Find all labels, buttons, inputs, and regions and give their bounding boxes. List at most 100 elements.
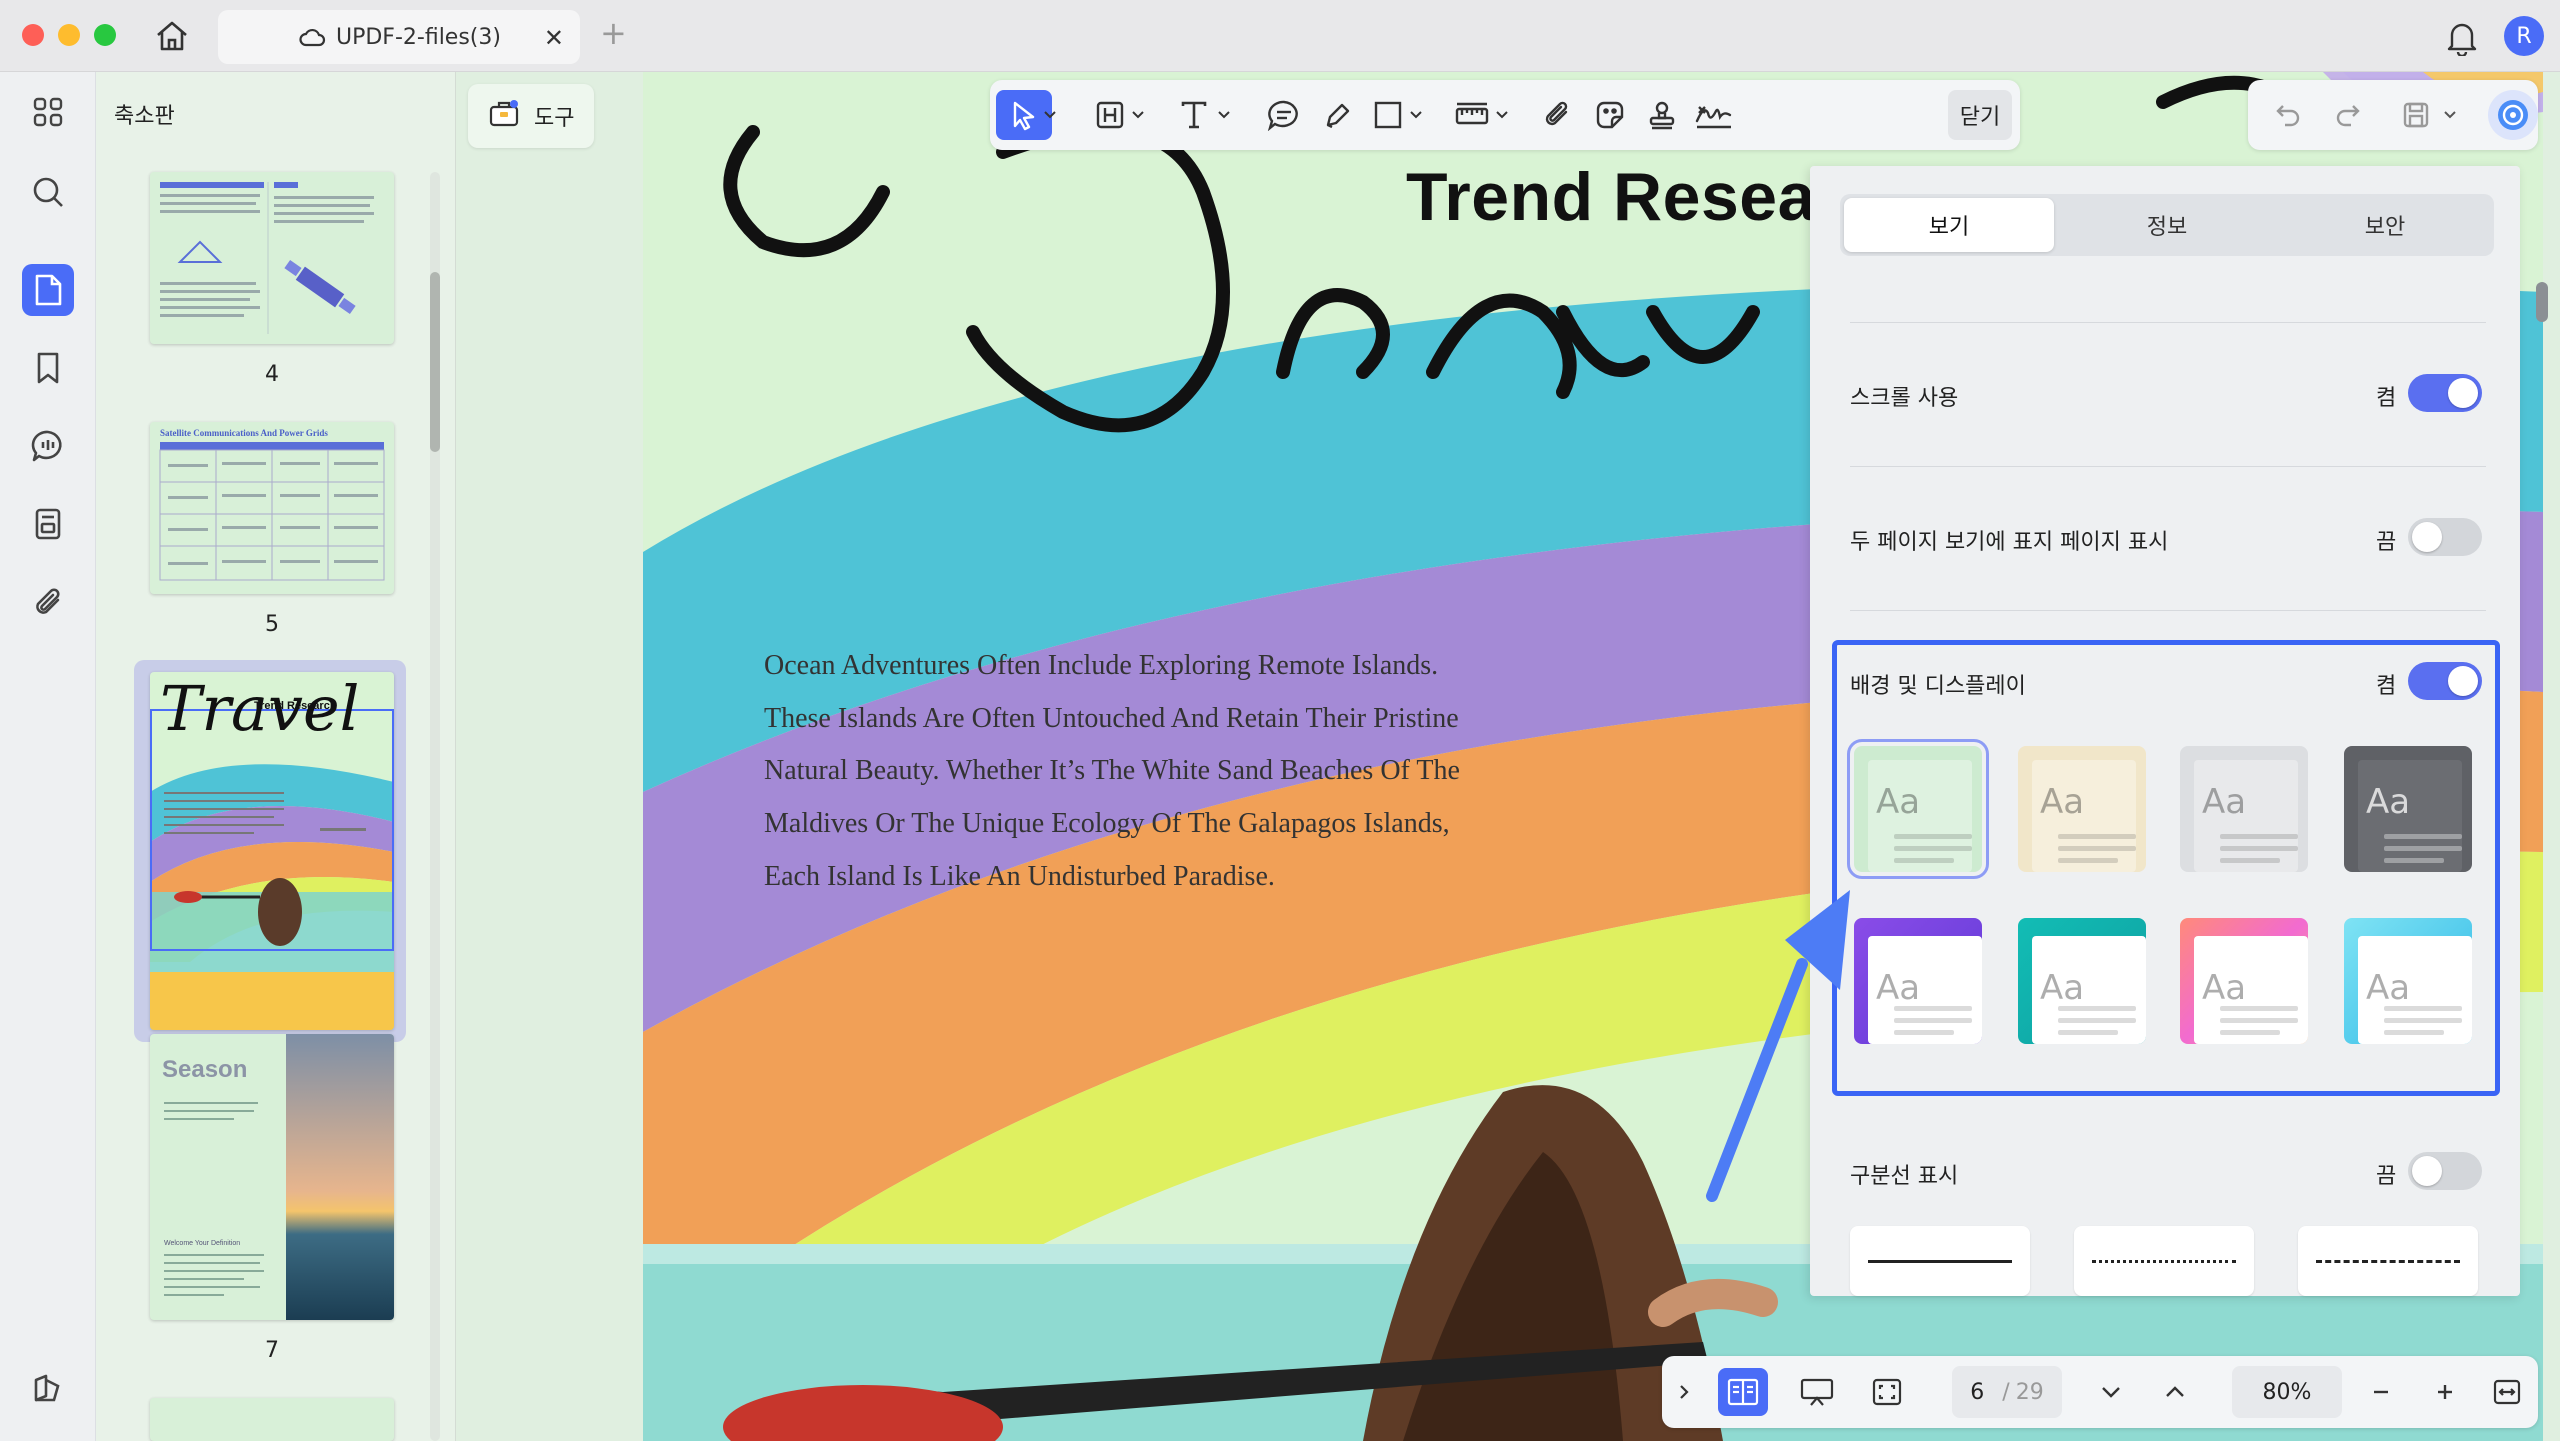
zoom-window-button[interactable] — [94, 24, 116, 46]
divider — [1850, 322, 2486, 323]
chevron-down-icon[interactable] — [1404, 90, 1428, 140]
tab-view[interactable]: 보기 — [1844, 198, 2054, 252]
minimize-window-button[interactable] — [58, 24, 80, 46]
tools-button[interactable]: 도구 — [468, 84, 594, 148]
attachment-icon[interactable] — [22, 576, 74, 628]
fit-screen-icon[interactable] — [1862, 1368, 1912, 1416]
thumbnail-page-6[interactable]: Travel Trend Research — [150, 672, 394, 1030]
zoom-level-field[interactable]: 80% — [2232, 1366, 2342, 1418]
thumbnail-page-7[interactable]: Season Welcome Your Definition — [150, 1034, 394, 1320]
undo-icon[interactable] — [2260, 90, 2316, 140]
theme-preview-line — [2220, 1006, 2298, 1011]
zoom-out-icon[interactable] — [2356, 1368, 2406, 1416]
close-toolbar-button[interactable]: 닫기 — [1948, 90, 2012, 140]
attach-tool-button[interactable] — [1530, 90, 1586, 140]
page-separator: / — [2002, 1379, 2010, 1405]
theme-preview-line — [1894, 846, 1972, 851]
tab-security[interactable]: 보안 — [2280, 198, 2490, 252]
thumbnails-icon[interactable] — [22, 264, 74, 316]
thumbnail-heading: Season — [162, 1056, 248, 1083]
fit-width-icon[interactable] — [2482, 1368, 2532, 1416]
divider — [1850, 610, 2486, 611]
bookmark-icon[interactable] — [22, 342, 74, 394]
theme-option-3[interactable]: Aa — [2180, 746, 2308, 872]
theme-preview-glyph: Aa — [1876, 782, 1921, 822]
presentation-icon[interactable] — [1792, 1368, 1842, 1416]
stamp-tool-button[interactable] — [1634, 90, 1690, 140]
thumbnail-page-number: 7 — [265, 1338, 279, 1363]
save-icon[interactable] — [2388, 90, 2444, 140]
page-number-field[interactable]: 6 / 29 — [1952, 1366, 2062, 1418]
ai-assistant-icon[interactable] — [2488, 90, 2538, 140]
thumbnail-page-5[interactable]: Satellite Communications And Power Grids — [150, 422, 394, 594]
theme-preview-line — [1894, 858, 1954, 863]
theme-option-1[interactable]: Aa — [1847, 739, 1989, 879]
chevron-down-icon[interactable] — [1126, 90, 1150, 140]
previous-page-chevron-up-icon[interactable] — [2150, 1368, 2200, 1416]
divider-toggle[interactable] — [2408, 1152, 2482, 1190]
cover-page-toggle[interactable] — [2408, 518, 2482, 556]
search-icon[interactable] — [22, 166, 74, 218]
scroll-setting-label: 스크롤 사용 — [1850, 386, 1959, 411]
theme-option-7[interactable]: Aa — [2180, 918, 2308, 1044]
dotted-line-option[interactable] — [2074, 1226, 2254, 1296]
theme-option-5[interactable]: Aa — [1854, 918, 1982, 1044]
theme-option-2[interactable]: Aa — [2018, 746, 2146, 872]
new-tab-button[interactable]: + — [600, 14, 627, 52]
theme-preview-line — [2058, 1018, 2136, 1023]
user-avatar[interactable]: R — [2504, 16, 2544, 56]
divider-setting-state: 끔 — [2376, 1164, 2397, 1189]
tab-info[interactable]: 정보 — [2062, 198, 2272, 252]
chevron-right-icon[interactable] — [1666, 1368, 1702, 1416]
theme-option-6[interactable]: Aa — [2018, 918, 2146, 1044]
chevron-down-icon[interactable] — [1212, 90, 1236, 140]
theme-option-4[interactable]: Aa — [2344, 746, 2472, 872]
theme-preview-line — [2384, 846, 2462, 851]
annotation-toolbar: 닫기 — [990, 80, 2020, 150]
zoom-in-icon[interactable] — [2420, 1368, 2470, 1416]
arrow-annotation — [1706, 890, 1850, 1202]
home-icon[interactable] — [152, 16, 192, 56]
chevron-down-icon[interactable] — [2438, 90, 2462, 140]
thumbnail-page-8[interactable] — [150, 1398, 394, 1441]
theme-preview-glyph: Aa — [2366, 782, 2411, 822]
pencil-tool-button[interactable] — [1310, 90, 1366, 140]
comment-tool-button[interactable] — [1256, 90, 1312, 140]
layers-icon[interactable] — [22, 1362, 74, 1414]
background-setting-state: 켬 — [2376, 674, 2397, 699]
comment-icon[interactable] — [22, 420, 74, 472]
chevron-down-icon[interactable] — [1490, 90, 1514, 140]
thumbnails-scrollbar-thumb[interactable] — [430, 272, 440, 452]
solid-line-option[interactable] — [1850, 1226, 2030, 1296]
redo-icon[interactable] — [2320, 90, 2376, 140]
theme-preview-line — [2058, 846, 2136, 851]
theme-preview-line — [2220, 834, 2298, 839]
close-tab-button[interactable]: ✕ — [544, 24, 564, 52]
document-heading: Trend Resea — [1406, 159, 1816, 235]
theme-preview-line — [2384, 1030, 2444, 1035]
theme-option-8[interactable]: Aa — [2344, 918, 2472, 1044]
dash-dot-line-option[interactable] — [2298, 1226, 2478, 1296]
sticker-tool-button[interactable] — [1582, 90, 1638, 140]
theme-preview-line — [2384, 834, 2462, 839]
chevron-down-icon[interactable] — [1038, 90, 1062, 140]
next-page-chevron-down-icon[interactable] — [2086, 1368, 2136, 1416]
thumbnail-page-4[interactable] — [150, 172, 394, 344]
reading-mode-icon[interactable] — [1718, 1368, 1768, 1416]
grid-icon[interactable] — [22, 86, 74, 138]
scroll-toggle[interactable] — [2408, 374, 2482, 412]
theme-preview-line — [2384, 858, 2444, 863]
close-window-button[interactable] — [22, 24, 44, 46]
bell-icon[interactable] — [2444, 18, 2480, 60]
page-scrollbar-thumb[interactable] — [2536, 282, 2548, 322]
theme-preview-line — [1894, 1018, 1972, 1023]
theme-preview-line — [2058, 1006, 2136, 1011]
cover-page-setting-label: 두 페이지 보기에 표지 페이지 표시 — [1850, 530, 2169, 555]
signature-tool-button[interactable] — [1686, 90, 1742, 140]
total-pages: 29 — [2015, 1379, 2044, 1405]
stamp-page-icon[interactable] — [22, 498, 74, 550]
document-tab[interactable]: UPDF-2-files(3) ✕ — [218, 10, 580, 64]
theme-preview-line — [1894, 1030, 1954, 1035]
background-setting-label: 배경 및 디스플레이 — [1850, 674, 2026, 699]
background-toggle[interactable] — [2408, 662, 2482, 700]
